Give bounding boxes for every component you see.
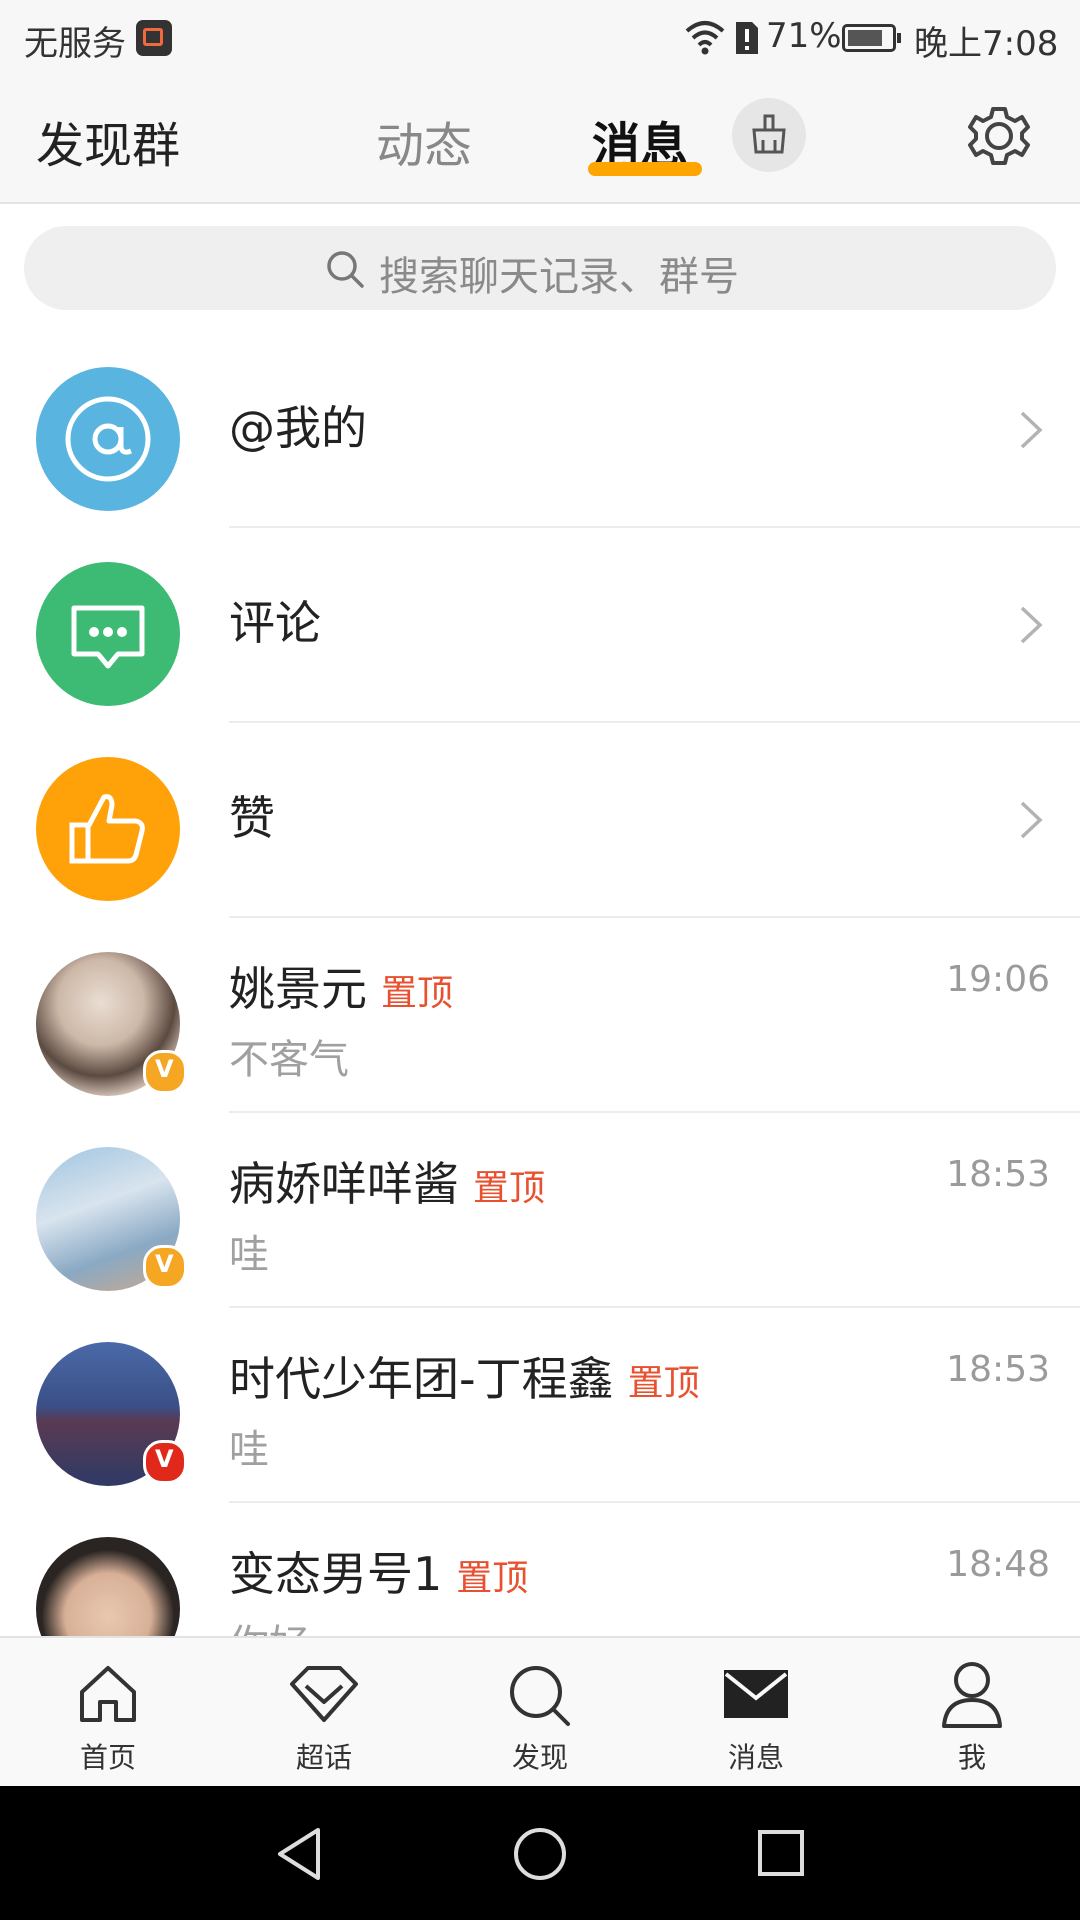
nav-me[interactable]: 我	[864, 1638, 1080, 1788]
comments-avatar	[36, 562, 180, 706]
back-icon[interactable]	[274, 1826, 324, 1882]
mentions-label: @我的	[229, 401, 367, 455]
chat-row[interactable]: 变态男号1 置顶 18:48 你好	[0, 1500, 1080, 1636]
chat-preview: 哇	[229, 1427, 269, 1473]
wifi-icon	[685, 21, 725, 55]
chevron-right-icon	[1020, 606, 1043, 644]
verified-badge-icon: V	[143, 1245, 187, 1289]
nav-label: 首页	[79, 1741, 136, 1774]
nav-label: 发现	[511, 1741, 568, 1774]
chat-name: 时代少年团-丁程鑫	[229, 1352, 614, 1406]
diamond-icon	[290, 1666, 358, 1722]
pinned-tag: 置顶	[381, 973, 454, 1014]
likes-avatar	[36, 757, 180, 901]
chat-time: 18:53	[946, 1349, 1050, 1390]
chat-preview: 不客气	[229, 1037, 349, 1083]
notification-row-likes[interactable]: 赞	[0, 720, 1080, 915]
pinned-tag: 置顶	[627, 1363, 700, 1404]
nav-home[interactable]: 首页	[0, 1638, 216, 1788]
home-button-icon[interactable]	[512, 1826, 568, 1882]
thumbs-up-icon	[69, 794, 145, 864]
carrier-text: 无服务	[24, 24, 126, 64]
nav-label: 消息	[727, 1741, 784, 1774]
battery-icon	[842, 24, 901, 52]
bottom-navigation: 首页 超话 发现 消息 我	[0, 1636, 1080, 1788]
nav-label: 我	[957, 1741, 986, 1774]
header-bar: 发现群 动态 消息	[0, 76, 1080, 204]
chat-row[interactable]: V 病娇咩咩酱 置顶 18:53 哇	[0, 1110, 1080, 1305]
battery-percent: 71%	[766, 16, 842, 56]
notification-row-comments[interactable]: 评论	[0, 525, 1080, 720]
nav-super-topic[interactable]: 超话	[216, 1638, 432, 1788]
chat-title: 时代少年团-丁程鑫 置顶	[229, 1343, 700, 1409]
status-bar: 无服务 71% 晚上7:08	[0, 0, 1080, 76]
user-icon	[942, 1662, 1002, 1728]
chat-row[interactable]: V 姚景元 置顶 19:06 不客气	[0, 915, 1080, 1110]
chat-name: 姚景元	[229, 962, 367, 1016]
chat-time: 18:48	[946, 1544, 1050, 1585]
comments-label: 评论	[229, 596, 321, 650]
verified-badge-icon: V	[143, 1440, 187, 1484]
chat-name: 病娇咩咩酱	[229, 1157, 459, 1211]
sim-alert-icon	[736, 22, 758, 54]
chat-preview: 你好	[229, 1612, 309, 1636]
chat-avatar	[36, 1537, 180, 1636]
home-icon	[80, 1666, 136, 1722]
notification-row-mentions[interactable]: @我的	[0, 330, 1080, 525]
search-icon	[510, 1666, 570, 1726]
chat-name: 变态男号1	[229, 1547, 443, 1601]
search-icon	[327, 251, 364, 288]
system-navigation-bar	[0, 1786, 1080, 1920]
verified-badge-icon: V	[143, 1050, 187, 1094]
nav-label: 超话	[295, 1741, 352, 1774]
mail-icon	[724, 1670, 788, 1718]
chat-title: 姚景元 置顶	[229, 953, 453, 1019]
comment-icon	[71, 605, 145, 669]
pinned-tag: 置顶	[456, 1558, 529, 1599]
settings-gear-icon[interactable]	[966, 102, 1036, 172]
active-tab-indicator	[588, 162, 702, 176]
chevron-right-icon	[1020, 411, 1043, 449]
discover-groups-link[interactable]: 发现群	[36, 106, 180, 176]
screen-record-icon	[136, 20, 172, 56]
broom-icon	[752, 114, 786, 154]
tab-feed[interactable]: 动态	[376, 106, 472, 176]
mentions-avatar	[36, 367, 180, 511]
clear-unread-button[interactable]	[732, 98, 806, 172]
likes-label: 赞	[229, 791, 275, 845]
pinned-tag: 置顶	[473, 1168, 546, 1209]
chat-row[interactable]: V 时代少年团-丁程鑫 置顶 18:53 哇	[0, 1305, 1080, 1500]
chat-time: 19:06	[946, 959, 1050, 1000]
chat-title: 变态男号1 置顶	[229, 1538, 528, 1604]
at-icon	[65, 396, 151, 482]
nav-messages[interactable]: 消息	[648, 1638, 864, 1788]
chat-time: 18:53	[946, 1154, 1050, 1195]
nav-discover[interactable]: 发现	[432, 1638, 648, 1788]
search-placeholder: 搜索聊天记录、群号	[379, 254, 739, 300]
chat-title: 病娇咩咩酱 置顶	[229, 1148, 545, 1214]
chat-preview: 哇	[229, 1232, 269, 1278]
recents-icon[interactable]	[756, 1828, 806, 1878]
search-bar[interactable]: 搜索聊天记录、群号	[24, 226, 1056, 310]
clock-text: 晚上7:08	[914, 24, 1059, 64]
chevron-right-icon	[1020, 801, 1043, 839]
